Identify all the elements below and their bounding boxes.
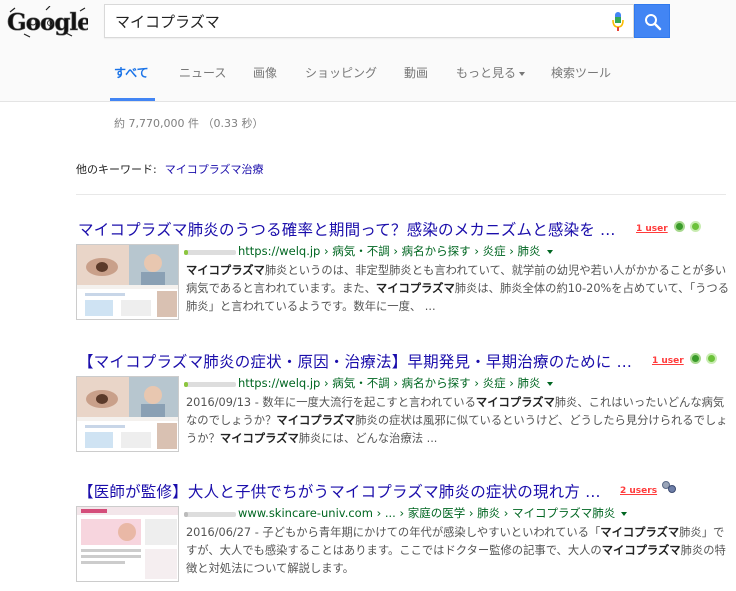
tab-videos[interactable]: 動画 [404,64,428,81]
result-snippet: 2016/06/27 - 子どもから青年期にかけての年代が感染しやすいといわれて… [186,526,726,575]
status-dot-icon [706,353,717,364]
result-url-text: https://welq.jp › 病気・不調 › 病名から探す › 炎症 › … [238,376,541,390]
related-link[interactable]: マイコプラズマ治療 [165,163,264,176]
header: Google すべて ニュース 画像 ショッピング 動画 もっと見る 検索 [0,0,736,102]
tab-news[interactable]: ニュース [179,64,226,81]
result-stats: 約 7,770,000 件 （0.33 秒） [114,117,264,130]
result-url-text: https://welq.jp › 病気・不調 › 病名から探す › 炎症 › … [238,244,541,258]
status-dot-icon [690,353,701,364]
chevron-down-icon[interactable] [546,381,553,386]
status-dot-icon [668,485,676,493]
pagerank-bar [184,250,236,255]
search-box [104,4,634,38]
tab-search-tools[interactable]: 検索ツール [551,64,611,81]
chevron-down-icon [519,71,526,76]
snippet-keyword: マイコプラズマ [186,264,265,277]
related-label: 他のキーワード: [76,163,157,176]
snippet-keyword: マイコプラズマ [475,396,555,409]
result-url[interactable]: www.skincare-univ.com › ... › 家庭の医学 › 肺炎… [238,505,628,521]
tab-shopping[interactable]: ショッピング [305,64,377,81]
google-logo[interactable]: Google [6,5,92,38]
snippet-keyword: マイコプラズマ [375,282,455,295]
snippet-keyword: マイコプラズマ [600,526,680,539]
result-snippet: マイコプラズマ肺炎というのは、非定型肺炎とも言われていて、就学前の幼児や若い人が… [186,264,730,313]
result-url[interactable]: https://welq.jp › 病気・不調 › 病名から探す › 炎症 › … [238,243,553,259]
tab-images[interactable]: 画像 [253,64,277,81]
tab-more[interactable]: もっと見る [456,64,526,81]
related-keywords: 他のキーワード: マイコプラズマ治療 [76,161,264,177]
search-button[interactable] [634,4,670,38]
tab-all[interactable]: すべて [114,64,149,81]
search-input[interactable] [115,5,595,37]
status-dot-icon [690,221,701,232]
snippet-keyword: マイコプラズマ [601,544,681,557]
pagerank-bar [184,382,236,387]
chevron-down-icon[interactable] [546,249,553,254]
hatena-badge[interactable]: 2 users [620,486,657,496]
snippet-keyword: マイコプラズマ [219,432,299,445]
active-tab-indicator [110,98,155,101]
status-dot-icon [674,221,685,232]
hatena-badge[interactable]: 1 user [652,356,684,366]
result-url-text: www.skincare-univ.com › ... › 家庭の医学 › 肺炎… [238,506,616,520]
result-snippet: 2016/09/13 - 数年に一度大流行を起こすと言われているマイコプラズマ肺… [186,396,728,445]
snippet-keyword: マイコプラズマ [276,414,356,427]
divider [76,194,726,195]
result-thumbnail[interactable] [76,376,179,452]
microphone-icon[interactable] [611,11,625,33]
tab-more-label: もっと見る [456,66,517,80]
result-title[interactable]: マイコプラズマ肺炎のうつる確率と期間って？感染のメカニズムと感染を ... [78,218,616,240]
result-title[interactable]: 【マイコプラズマ肺炎の症状・原因・治療法】早期発見・早期治療のために ... [78,350,632,372]
search-tabs: すべて ニュース 画像 ショッピング 動画 もっと見る 検索ツール [0,64,736,102]
result-thumbnail[interactable] [76,244,179,320]
hatena-badge[interactable]: 1 user [636,224,668,234]
result-title[interactable]: 【医師が監修】大人と子供でちがうマイコプラズマ肺炎の症状の現れ方 ... [78,480,601,502]
search-icon [645,14,662,31]
chevron-down-icon[interactable] [621,511,628,516]
result-thumbnail[interactable] [76,506,179,582]
pagerank-bar [184,512,236,517]
result-url[interactable]: https://welq.jp › 病気・不調 › 病名から探す › 炎症 › … [238,375,553,391]
